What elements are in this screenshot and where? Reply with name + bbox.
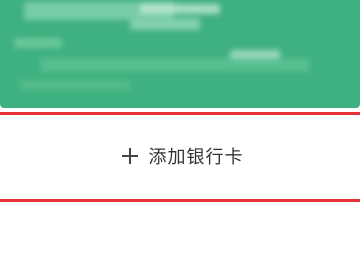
- blurred-text: [14, 38, 62, 48]
- page: 添加银行卡: [0, 0, 360, 270]
- highlight-border-bottom: [0, 199, 360, 202]
- add-bank-card-button[interactable]: 添加银行卡: [0, 118, 360, 194]
- bank-card[interactable]: [0, 0, 360, 108]
- blurred-text: [140, 4, 220, 14]
- add-bank-card-content: 添加银行卡: [121, 143, 244, 169]
- blurred-card-number: [40, 58, 310, 72]
- blurred-text: [20, 80, 130, 90]
- add-bank-card-label: 添加银行卡: [148, 147, 244, 168]
- highlight-border-top: [0, 112, 360, 115]
- plus-icon: [121, 148, 138, 164]
- blurred-text: [130, 18, 200, 30]
